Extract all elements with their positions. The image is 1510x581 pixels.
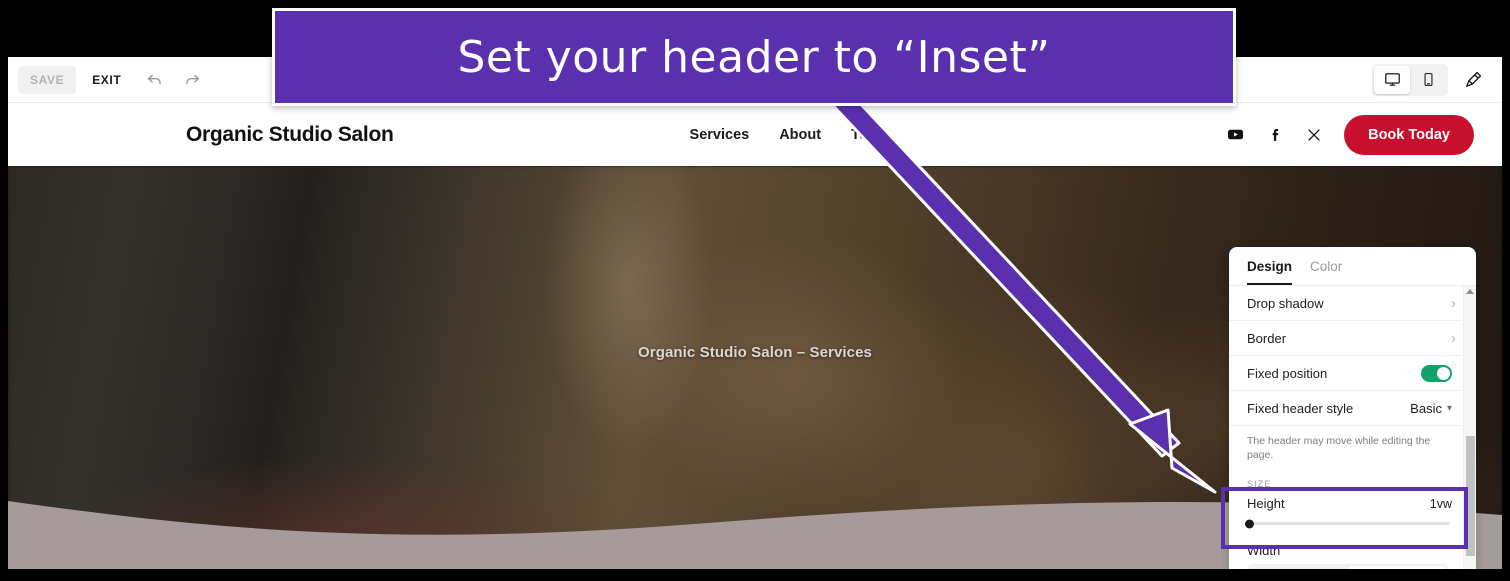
youtube-icon[interactable]	[1226, 125, 1245, 144]
chevron-right-icon: ›	[1451, 294, 1456, 312]
chevron-down-icon: ▾	[1446, 402, 1452, 414]
device-preview-toggle	[1372, 63, 1448, 96]
screenshot-stage: SAVE EXIT Organic Studio Salon Services …	[0, 0, 1510, 581]
fixed-header-style-select[interactable]: Basic ▾	[1410, 401, 1452, 416]
setting-row-border[interactable]: Border ›	[1229, 321, 1462, 356]
nav-item-services[interactable]: Services	[690, 127, 750, 143]
tab-color[interactable]: Color	[1310, 259, 1342, 285]
toggle-knob	[1437, 366, 1450, 380]
desktop-monitor-icon[interactable]	[1374, 65, 1410, 94]
setting-label-fixed-position: Fixed position	[1247, 365, 1328, 381]
fixed-header-hint-text: The header may move while editing the pa…	[1247, 435, 1431, 461]
height-value: 1vw	[1429, 496, 1452, 511]
height-setting-row: Height 1vw	[1229, 493, 1462, 513]
setting-row-fixed-position[interactable]: Fixed position	[1229, 356, 1462, 391]
size-section-label: SIZE	[1247, 479, 1272, 490]
nav-item-about[interactable]: About	[779, 127, 821, 143]
save-button[interactable]: SAVE	[18, 65, 77, 94]
website-header: Organic Studio Salon Services About Team	[8, 103, 1502, 166]
width-segmented-control: Full Inset	[1247, 564, 1448, 569]
paintbrush-icon[interactable]	[1458, 65, 1488, 95]
tab-design[interactable]: Design	[1247, 259, 1293, 285]
x-twitter-icon[interactable]	[1306, 127, 1322, 143]
setting-row-drop-shadow[interactable]: Drop shadow ›	[1229, 286, 1462, 321]
site-navigation: Services About Team	[690, 127, 888, 143]
nav-item-team[interactable]: Team	[851, 127, 888, 143]
panel-tab-bar: Design Color	[1229, 247, 1476, 286]
redo-icon[interactable]	[175, 63, 209, 97]
panel-scroll-content: Drop shadow › Border › Fixed position Fi…	[1229, 286, 1476, 569]
site-brand-logo[interactable]: Organic Studio Salon	[186, 123, 394, 147]
setting-label-fixed-header-style: Fixed header style	[1247, 400, 1354, 416]
setting-label-drop-shadow: Drop shadow	[1247, 295, 1324, 311]
height-label: Height	[1247, 496, 1285, 512]
site-editor-window: SAVE EXIT Organic Studio Salon Services …	[8, 57, 1502, 569]
height-slider-handle[interactable]	[1245, 519, 1254, 529]
exit-button[interactable]: EXIT	[80, 66, 133, 94]
setting-label-border: Border	[1247, 330, 1287, 346]
height-slider[interactable]	[1245, 519, 1450, 529]
toolbar-left-group: SAVE EXIT	[8, 63, 209, 97]
instruction-callout-text: Set your header to “Inset”	[457, 31, 1051, 83]
toolbar-right-group	[1372, 63, 1502, 96]
fixed-header-style-value: Basic	[1410, 400, 1442, 416]
width-option-full[interactable]: Full	[1249, 566, 1348, 569]
scroll-up-arrow-icon[interactable]	[1466, 289, 1474, 294]
width-option-inset[interactable]: Inset	[1347, 566, 1446, 569]
instruction-callout-banner: Set your header to “Inset”	[272, 8, 1236, 106]
setting-row-fixed-header-style[interactable]: Fixed header style Basic ▾	[1229, 391, 1462, 426]
fixed-position-toggle[interactable]	[1421, 364, 1452, 382]
book-today-button[interactable]: Book Today	[1344, 114, 1474, 155]
mobile-phone-icon[interactable]	[1410, 66, 1446, 94]
scrollbar-thumb[interactable]	[1466, 436, 1475, 556]
width-label: Width	[1247, 543, 1281, 559]
panel-scrollbar[interactable]	[1463, 286, 1476, 569]
undo-icon[interactable]	[137, 63, 171, 97]
site-header-right: Book Today	[1226, 114, 1474, 155]
header-settings-panel: Design Color Drop shadow › Border › Fixe…	[1229, 247, 1476, 569]
chevron-right-icon: ›	[1451, 329, 1456, 347]
facebook-icon[interactable]	[1267, 126, 1284, 143]
